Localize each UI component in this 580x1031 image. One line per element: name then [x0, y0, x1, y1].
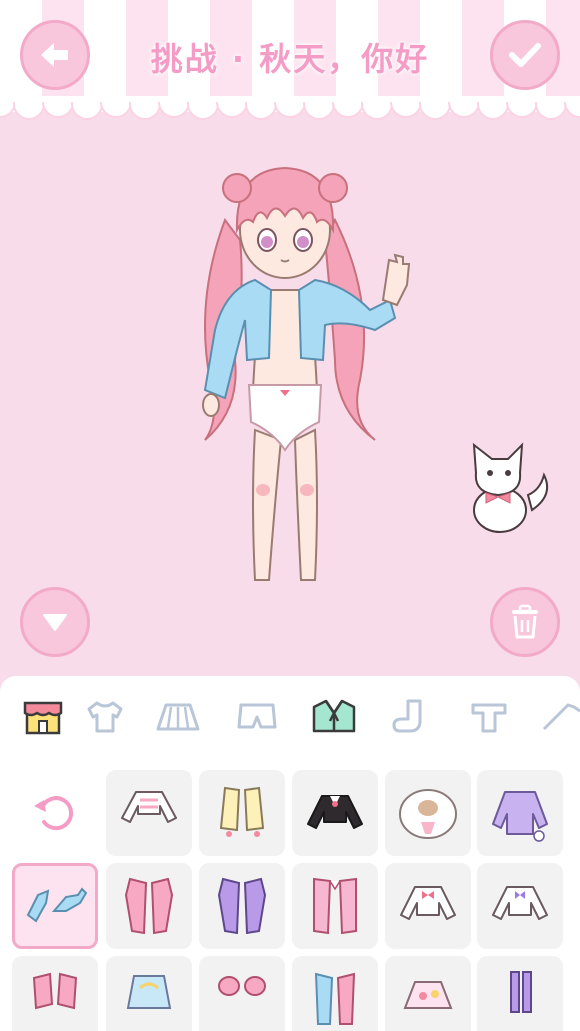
- white-cat-pet[interactable]: [462, 435, 552, 535]
- cat-print-shawl-icon: [399, 789, 457, 839]
- top-icon: [471, 703, 507, 733]
- arrow-left-icon: [41, 43, 68, 67]
- white-sailor-blouse-icon: [492, 886, 548, 920]
- item-cat-print-shawl[interactable]: [385, 770, 471, 856]
- hide-panel-button[interactable]: [20, 587, 90, 657]
- pastel-blue-pink-jacket-icon: [314, 972, 356, 1025]
- pink-cape-icon: [313, 877, 357, 935]
- wardrobe-panel: [0, 676, 580, 1031]
- pink-puff-sleeves-icon: [218, 976, 266, 996]
- tab-tshirt[interactable]: [80, 692, 130, 742]
- tab-top[interactable]: [464, 692, 514, 742]
- item-blue-denim-jacket[interactable]: [12, 863, 98, 949]
- black-sailor-top-icon: [307, 795, 363, 829]
- item-lavender-overalls[interactable]: [477, 956, 563, 1031]
- pink-long-coat-icon: [124, 877, 174, 935]
- tab-skirt[interactable]: [153, 692, 203, 742]
- pastel-rainbow-hoodie-icon: [126, 975, 172, 1009]
- purple-long-coat-icon: [217, 877, 267, 935]
- lavender-overalls-icon: [510, 971, 532, 1013]
- doll-character[interactable]: [185, 160, 415, 620]
- pink-cardigan-icon: [32, 972, 78, 1010]
- awning-scallops: [0, 96, 580, 120]
- delete-button[interactable]: [490, 587, 560, 657]
- item-pink-long-coat[interactable]: [106, 863, 192, 949]
- category-bar: [0, 676, 580, 760]
- item-black-sailor-top[interactable]: [292, 770, 378, 856]
- shop-icon: [23, 701, 63, 735]
- sock-icon: [392, 699, 422, 733]
- triangle-down-icon: [43, 614, 67, 631]
- item-pastel-rainbow-hoodie[interactable]: [106, 956, 192, 1031]
- tab-jacket[interactable]: [309, 692, 359, 742]
- skirt-icon: [156, 703, 200, 731]
- floral-blouse-icon: [403, 981, 453, 1009]
- item-grid: [0, 768, 580, 1031]
- shorts-icon: [237, 703, 277, 729]
- checkmark-icon: [509, 43, 541, 67]
- trash-icon: [512, 604, 538, 639]
- tab-sock[interactable]: [385, 692, 435, 742]
- item-purple-bunny-hoodie[interactable]: [477, 770, 563, 856]
- item-pink-cardigan[interactable]: [12, 956, 98, 1031]
- reset-button[interactable]: [12, 770, 98, 856]
- item-white-striped-crop-top[interactable]: [106, 770, 192, 856]
- blue-denim-jacket-icon: [26, 887, 88, 923]
- item-pink-cape[interactable]: [292, 863, 378, 949]
- shoe-icon: [542, 703, 580, 731]
- back-button[interactable]: [20, 20, 90, 90]
- confirm-button[interactable]: [490, 20, 560, 90]
- tab-shoe[interactable]: [540, 692, 580, 742]
- item-white-sailor-blouse[interactable]: [477, 863, 563, 949]
- yellow-jacket-icon: [219, 786, 265, 837]
- jacket-icon: [312, 699, 356, 733]
- reset-icon: [34, 796, 74, 831]
- tab-shorts[interactable]: [232, 692, 282, 742]
- item-pastel-blue-pink-jacket[interactable]: [292, 956, 378, 1031]
- white-striped-crop-top-icon: [121, 791, 177, 823]
- item-purple-long-coat[interactable]: [199, 863, 285, 949]
- item-yellow-jacket[interactable]: [199, 770, 285, 856]
- dressup-stage: [0, 130, 580, 676]
- tshirt-icon: [87, 701, 123, 733]
- tab-shop[interactable]: [18, 692, 68, 742]
- item-floral-blouse[interactable]: [385, 956, 471, 1031]
- item-pink-puff-sleeves[interactable]: [199, 956, 285, 1031]
- purple-bunny-hoodie-icon: [492, 791, 548, 842]
- item-white-bow-blouse[interactable]: [385, 863, 471, 949]
- white-bow-blouse-icon: [400, 886, 456, 920]
